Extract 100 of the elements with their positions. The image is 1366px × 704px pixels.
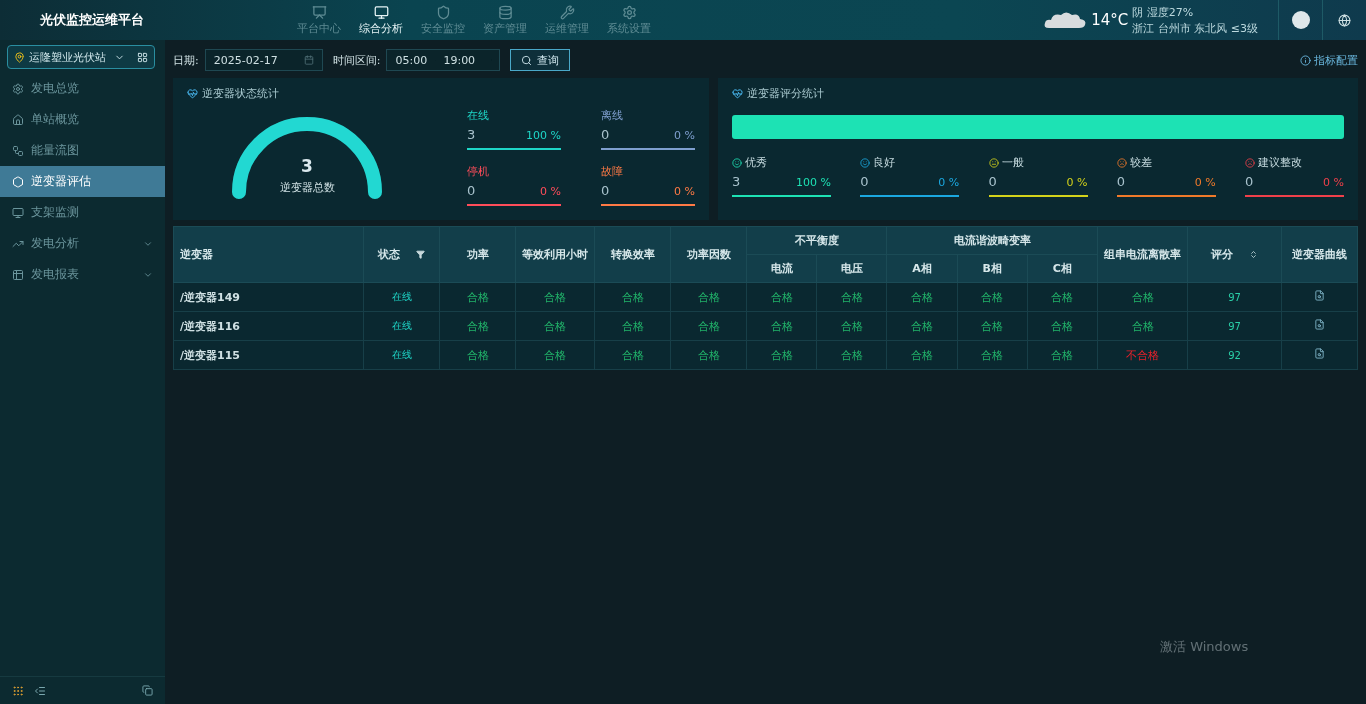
- column-header: 逆变器曲线: [1281, 226, 1358, 283]
- copy-icon[interactable]: [142, 685, 153, 696]
- grade-label: 较差: [1129, 155, 1152, 170]
- menu-icon: [12, 144, 24, 157]
- grade-label: 一般: [1001, 155, 1024, 170]
- date-field[interactable]: 2025-02-17: [204, 49, 323, 71]
- temperature: 14°C: [1091, 11, 1129, 29]
- nav-icon: [373, 4, 389, 20]
- column-header: A相: [886, 254, 958, 283]
- nav-tab[interactable]: 平台中心: [290, 4, 348, 36]
- grade-label: 建议整改: [1258, 155, 1302, 170]
- app-title: 光伏监控运维平台: [39, 11, 145, 29]
- face-icon: [1116, 157, 1127, 168]
- card-title: 逆变器评分统计: [747, 86, 824, 101]
- column-header: 转换效率: [594, 226, 671, 283]
- column-header: 电流: [746, 254, 817, 283]
- column-header: 组串电流离散率: [1097, 226, 1188, 283]
- table-cell: 92: [1187, 340, 1282, 370]
- column-header: 不平衡度: [746, 226, 887, 255]
- table-cell: 合格: [746, 340, 817, 370]
- table-cell: 合格: [1097, 282, 1188, 312]
- nav-icon: [497, 4, 513, 20]
- indent-icon[interactable]: [34, 684, 46, 697]
- column-header: 逆变器: [173, 226, 364, 283]
- table-cell: 合格: [594, 282, 671, 312]
- filter-icon: [416, 250, 425, 259]
- config-link[interactable]: 指标配置: [1300, 52, 1358, 68]
- menu-icon: [12, 175, 24, 188]
- table-cell: 合格: [816, 340, 887, 370]
- table-cell: 合格: [439, 282, 516, 312]
- time-range-field[interactable]: 05:00 19:00: [386, 49, 501, 71]
- nav-tab[interactable]: 安全监控: [414, 4, 472, 36]
- stat-value: 0: [467, 182, 476, 198]
- cloud-icon: [1043, 10, 1088, 30]
- menu-icon: [12, 206, 24, 219]
- table-cell: 合格: [515, 340, 595, 370]
- grade-value: 3: [732, 174, 741, 189]
- card-title: 逆变器状态统计: [202, 86, 279, 101]
- stat-label: 离线: [601, 107, 624, 123]
- table-cell: 合格: [886, 340, 958, 370]
- table-cell: /逆变器115: [173, 340, 364, 370]
- query-button[interactable]: 查询: [510, 49, 571, 71]
- stat-value: 0: [601, 182, 610, 198]
- gauge-value: 3: [300, 155, 314, 176]
- menu-item[interactable]: 发电总览: [0, 73, 165, 104]
- table-cell: 合格: [957, 282, 1028, 312]
- avatar-icon[interactable]: [1291, 11, 1310, 29]
- grade-value: 0: [988, 174, 997, 189]
- grade-value: 0: [1245, 174, 1254, 189]
- grade-percent: 0 %: [1194, 176, 1216, 189]
- table-cell: /逆变器116: [173, 311, 364, 341]
- table-cell: 在线: [363, 282, 440, 312]
- nav-icon: [435, 4, 451, 20]
- column-header: 功率: [439, 226, 516, 283]
- grade-percent: 0 %: [938, 176, 960, 189]
- column-header[interactable]: 状态: [363, 226, 440, 283]
- gauge-label: 逆变器总数: [278, 179, 336, 195]
- table-cell: 合格: [439, 311, 516, 341]
- search-icon: [521, 54, 533, 66]
- table-cell: 合格: [1027, 282, 1098, 312]
- nav-tab[interactable]: 资产管理: [476, 4, 534, 36]
- table-cell: 合格: [816, 311, 887, 341]
- menu-item[interactable]: 发电分析: [0, 228, 165, 259]
- table-cell: 合格: [957, 311, 1028, 341]
- info-icon: [1300, 54, 1311, 66]
- column-header[interactable]: 评分: [1187, 226, 1282, 283]
- menu-icon: [12, 82, 24, 95]
- stat-percent: 0 %: [674, 184, 695, 198]
- face-icon: [860, 157, 871, 168]
- grade-label: 良好: [873, 155, 896, 170]
- column-header: C相: [1027, 254, 1098, 283]
- table-cell: 合格: [515, 282, 595, 312]
- table-cell: 在线: [363, 340, 440, 370]
- nav-tab[interactable]: 系统设置: [600, 4, 658, 36]
- stat-label: 故障: [601, 163, 624, 179]
- grade-value: 0: [1116, 174, 1126, 189]
- grade-value: 0: [860, 174, 869, 189]
- grid-icon: [137, 51, 148, 63]
- nav-icon: [311, 4, 327, 20]
- menu-item[interactable]: 逆变器评估: [0, 166, 165, 197]
- stat-label: 停机: [467, 163, 490, 179]
- table-cell: 合格: [886, 282, 958, 312]
- table-cell: 不合格: [1097, 340, 1188, 370]
- table-cell: 合格: [746, 311, 817, 341]
- nav-tab[interactable]: 运维管理: [538, 4, 596, 36]
- calendar-icon: [303, 55, 314, 65]
- station-select[interactable]: 运隆塑业光伏站: [7, 45, 155, 69]
- menu-item[interactable]: 单站概览: [0, 104, 165, 135]
- globe-icon[interactable]: [1338, 13, 1351, 27]
- stat-percent: 100 %: [526, 128, 561, 142]
- table-cell: 合格: [1097, 311, 1188, 341]
- menu-item[interactable]: 能量流图: [0, 135, 165, 166]
- nav-tab[interactable]: 综合分析: [352, 4, 410, 36]
- face-icon: [988, 157, 999, 168]
- column-header: B相: [957, 254, 1028, 283]
- menu-item[interactable]: 发电报表: [0, 259, 165, 290]
- column-header: 等效利用小时: [515, 226, 595, 283]
- menu-item[interactable]: 支架监测: [0, 197, 165, 228]
- heart-pulse-icon: [732, 88, 743, 99]
- dots-grid-icon[interactable]: [12, 684, 24, 697]
